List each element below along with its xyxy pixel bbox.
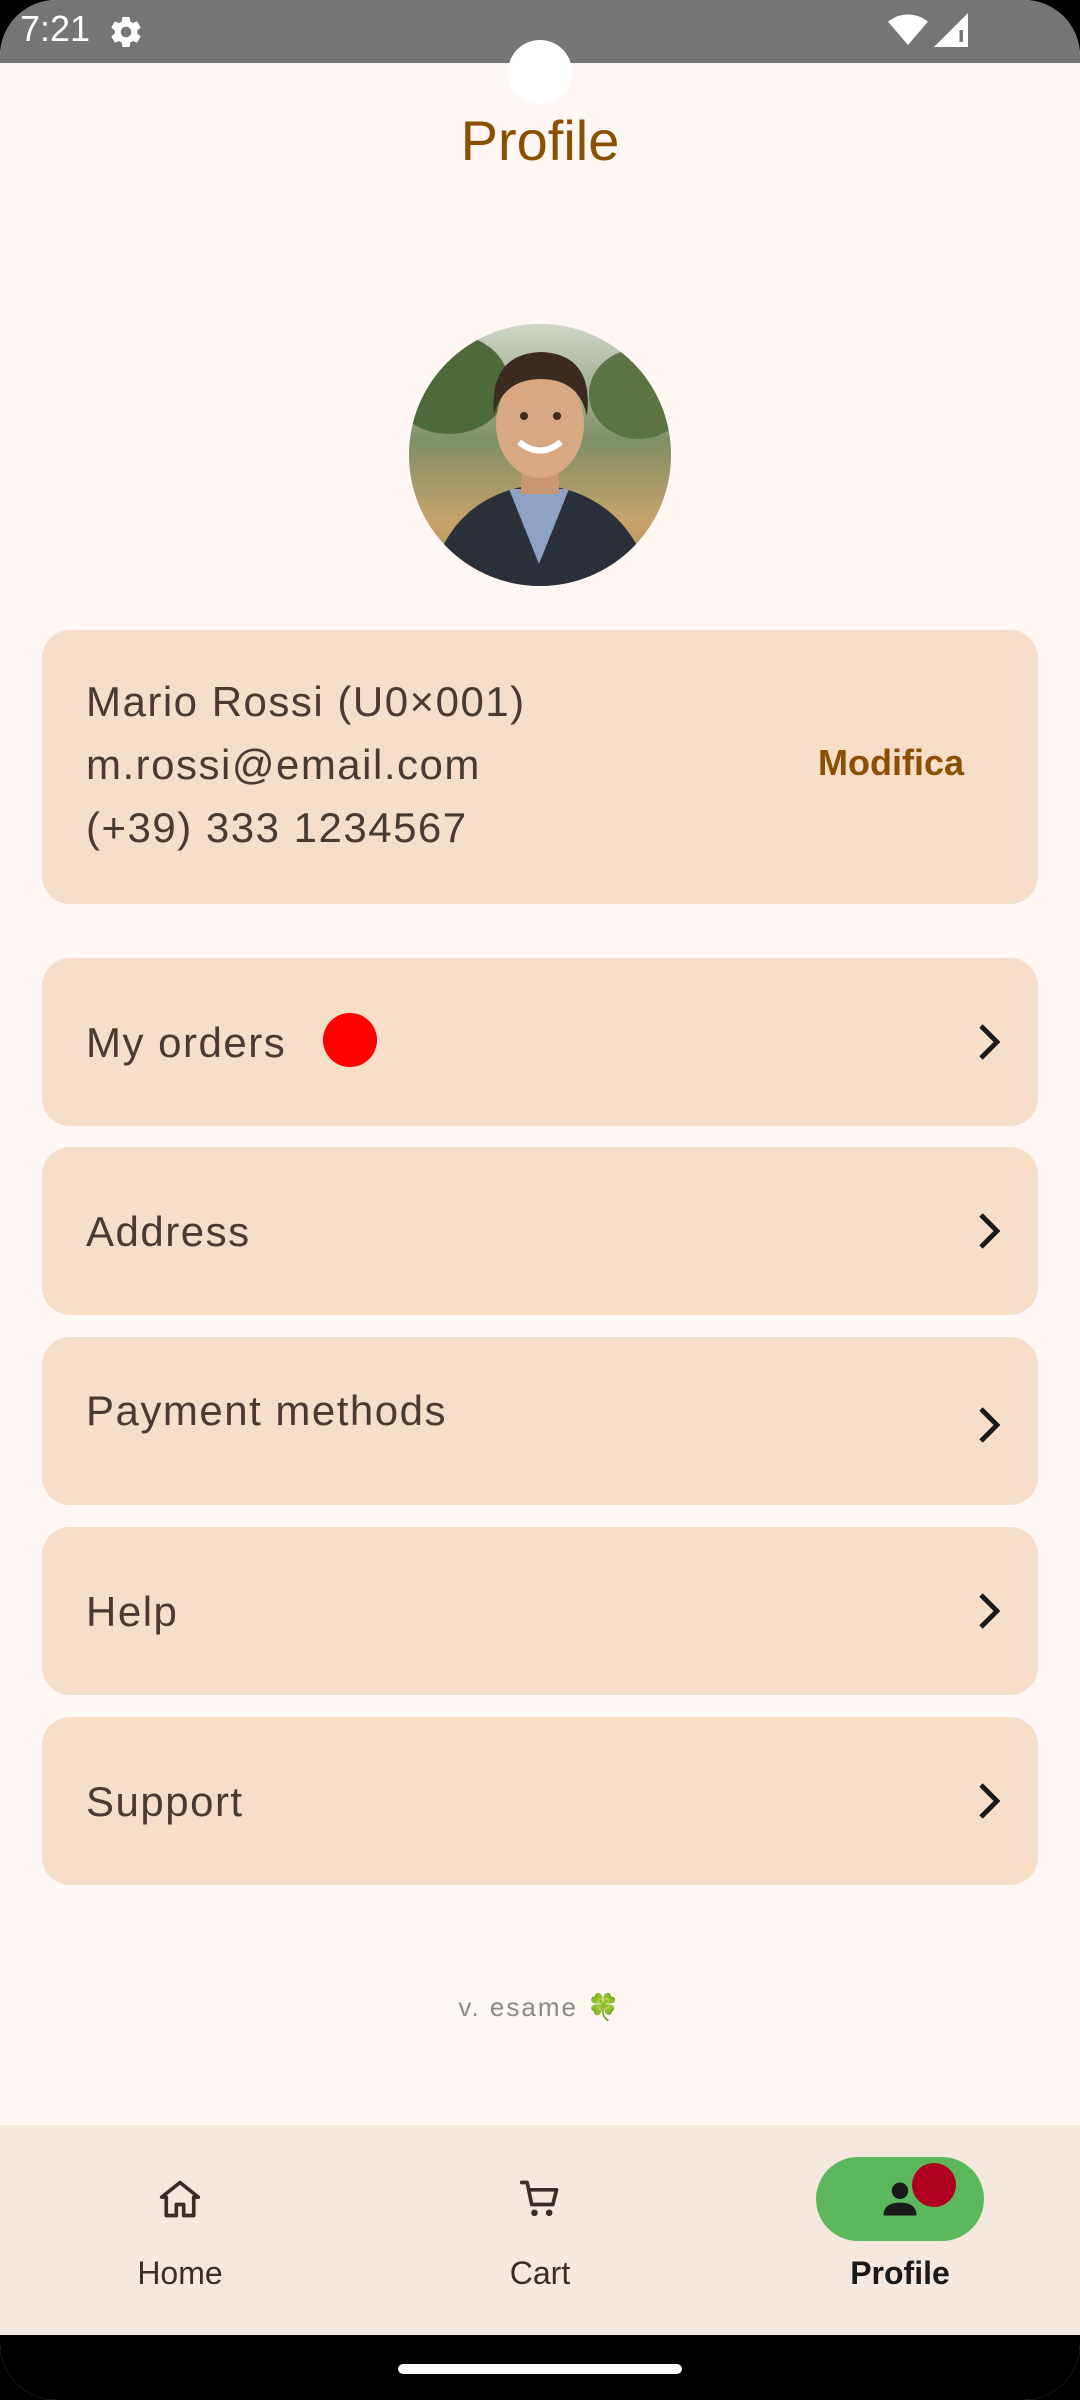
nav-label-profile: Profile (850, 2255, 950, 2291)
avatar[interactable] (409, 324, 671, 586)
chevron-right-icon (979, 1024, 1001, 1060)
menu-item-my-orders[interactable]: My orders (42, 958, 1038, 1126)
home-gesture-pill[interactable] (398, 2364, 682, 2374)
status-time: 7:21 (20, 8, 91, 49)
nav-label-home: Home (137, 2255, 223, 2291)
menu-item-label: Support (86, 1778, 244, 1825)
version-text: v. esame (458, 1992, 578, 2022)
avatar-photo (409, 324, 671, 586)
nav-icon-container (96, 2157, 264, 2241)
edit-profile-button[interactable]: Modifica (818, 742, 964, 784)
menu-item-help[interactable]: Help (42, 1527, 1038, 1695)
clover-icon: 🍀 (587, 1992, 622, 2022)
user-email: m.rossi@email.com (86, 741, 481, 788)
signal-icon (934, 13, 968, 47)
bottom-navigation: Home Cart Profile (0, 2125, 1080, 2335)
profile-notification-badge (912, 2163, 956, 2207)
nav-item-home[interactable]: Home (0, 2125, 360, 2335)
profile-screen: 7:21 Profile Mario Rossi (U0×001) m.ross… (0, 0, 1080, 2400)
chevron-right-icon (979, 1593, 1001, 1629)
nav-label-cart: Cart (509, 2255, 571, 2291)
user-phone: (+39) 333 1234567 (86, 804, 468, 851)
profile-info-card: Mario Rossi (U0×001) m.rossi@email.com (… (42, 630, 1038, 904)
page-title: Profile (460, 109, 620, 172)
wifi-icon (888, 14, 928, 45)
nav-item-profile[interactable]: Profile (720, 2125, 1080, 2335)
menu-item-support[interactable]: Support (42, 1717, 1038, 1885)
chevron-right-icon (979, 1213, 1001, 1249)
menu-item-label: Help (86, 1588, 179, 1635)
nav-icon-container (456, 2157, 624, 2241)
nav-item-cart[interactable]: Cart (360, 2125, 720, 2335)
menu-item-label: Payment methods (86, 1387, 448, 1434)
menu-item-payment-methods[interactable]: Payment methods (42, 1337, 1038, 1505)
nav-icon-container-active (816, 2157, 984, 2241)
cart-icon (519, 2180, 559, 2217)
camera-cutout (508, 40, 572, 104)
chevron-right-icon (979, 1783, 1001, 1819)
notification-badge (323, 1013, 377, 1067)
menu-item-label: My orders (86, 1019, 287, 1066)
chevron-right-icon (979, 1407, 1001, 1443)
gear-icon (111, 17, 141, 48)
menu-item-address[interactable]: Address (42, 1147, 1038, 1315)
home-icon (159, 2180, 201, 2218)
user-name: Mario Rossi (U0×001) (86, 678, 526, 725)
menu-item-label: Address (86, 1208, 251, 1255)
app-version: v. esame 🍀 (0, 1992, 1080, 2023)
